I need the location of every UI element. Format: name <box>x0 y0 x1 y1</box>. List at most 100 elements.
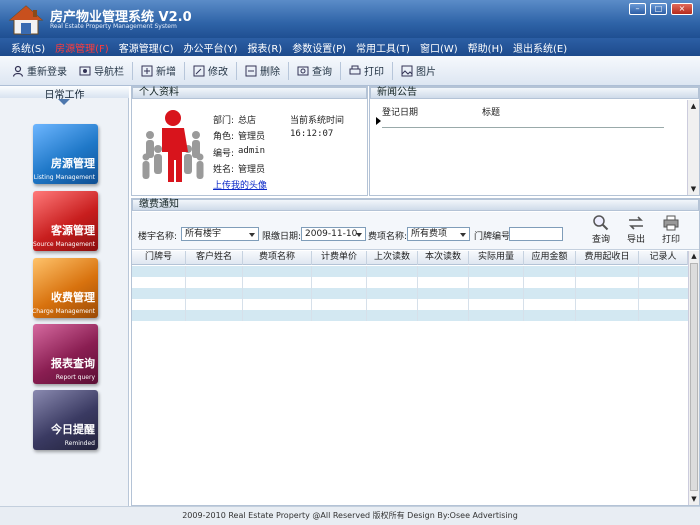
news-row-divider <box>382 127 664 128</box>
name-label: 姓名: <box>213 165 235 175</box>
filter-bar: 楼宇名称: 所有楼宇 限缴日期: 2009-11-10 费项名称: 所有费项 门… <box>132 212 699 250</box>
menu-settings[interactable]: 参数设置(P) <box>287 40 351 55</box>
maximize-button[interactable]: □ <box>650 3 667 15</box>
menu-report[interactable]: 报表(R) <box>242 40 287 55</box>
profile-header: 个人资料 <box>132 87 367 99</box>
id-value: admin <box>238 146 266 156</box>
toolbar-divider <box>236 61 237 80</box>
news-header: 新闻公告 <box>370 87 699 99</box>
tile-title: 房源管理 <box>51 157 95 170</box>
menu-client[interactable]: 客源管理(C) <box>114 40 179 55</box>
delete-button[interactable]: 删除 <box>239 63 286 78</box>
menu-exit[interactable]: 退出系统(E) <box>508 40 572 55</box>
item-select-value: 所有费项 <box>411 229 448 239</box>
magnifier-icon <box>593 215 609 231</box>
fee-export-label: 导出 <box>626 235 645 245</box>
avatar-icon <box>142 110 204 182</box>
dropdown-arrow-icon <box>249 233 255 237</box>
table-row[interactable] <box>132 299 688 310</box>
title-bar: 房产物业管理系统 V2.0 Real Estate Property Manag… <box>0 0 700 38</box>
print-button[interactable]: 打印 <box>343 63 390 78</box>
col-actual-usage[interactable]: 实际用量 <box>469 251 524 265</box>
col-last-reading[interactable]: 上次读数 <box>367 251 418 265</box>
house-logo-icon <box>8 5 44 35</box>
menu-office[interactable]: 办公平台(Y) <box>179 40 243 55</box>
table-row[interactable] <box>132 266 688 277</box>
table-row[interactable] <box>132 310 688 321</box>
dropdown-arrow-icon <box>356 233 362 237</box>
col-start-date[interactable]: 费用起收日 <box>576 251 639 265</box>
news-col-date: 登记日期 <box>382 108 419 118</box>
print-label: 打印 <box>364 67 384 78</box>
app-subtitle: Real Estate Property Management System <box>50 23 177 30</box>
edit-button[interactable]: 修改 <box>187 63 234 78</box>
col-current-reading[interactable]: 本次读数 <box>418 251 469 265</box>
export-arrows-icon <box>629 216 643 230</box>
name-value: 管理员 <box>238 165 266 175</box>
menu-listing[interactable]: 房源管理(F) <box>50 40 114 55</box>
fee-notice-header: 缴费通知 <box>132 199 699 211</box>
close-button[interactable]: × <box>671 3 693 15</box>
menu-system[interactable]: 系统(S) <box>6 40 50 55</box>
printer-icon <box>663 215 679 231</box>
nav-icon <box>79 66 91 75</box>
fee-export-button[interactable]: 导出 <box>622 215 650 245</box>
col-fee-item[interactable]: 费项名称 <box>243 251 312 265</box>
tile-charge-management[interactable]: 收费管理 Charge Management <box>32 258 98 318</box>
fee-print-button[interactable]: 打印 <box>657 215 685 245</box>
item-label: 费项名称: <box>368 232 408 242</box>
system-time-label: 当前系统时间 <box>290 116 345 126</box>
add-label: 新增 <box>156 67 176 78</box>
tile-listing-management[interactable]: 房源管理 Listing Management <box>33 124 98 184</box>
toolbar-divider <box>288 61 289 80</box>
scroll-up-icon[interactable]: ▲ <box>688 100 699 112</box>
deadline-label: 限缴日期: <box>262 232 302 242</box>
scroll-up-icon[interactable]: ▲ <box>689 251 699 262</box>
grid-line <box>417 266 418 321</box>
scroll-down-icon[interactable]: ▼ <box>689 494 699 505</box>
query-button[interactable]: 查询 <box>291 63 338 78</box>
grid-line <box>242 266 243 321</box>
item-select[interactable]: 所有费项 <box>407 227 470 241</box>
system-time-value: 16:12:07 <box>290 129 334 139</box>
profile-panel: 个人资料 部门: 总店 角色: 管理员 编号: admin 姓名: 管理员 上传… <box>131 86 368 196</box>
grid-line <box>468 266 469 321</box>
tile-title: 收费管理 <box>51 291 95 304</box>
add-button[interactable]: 新增 <box>135 63 182 78</box>
deadline-date-picker[interactable]: 2009-11-10 <box>301 227 366 241</box>
col-door-number[interactable]: 门牌号 <box>132 251 186 265</box>
tile-title: 客源管理 <box>51 224 95 237</box>
scroll-down-icon[interactable]: ▼ <box>688 183 699 195</box>
menu-window[interactable]: 窗口(W) <box>415 40 463 55</box>
relogin-button[interactable]: 重新登录 <box>6 63 73 78</box>
minimize-button[interactable]: – <box>629 3 646 15</box>
scroll-thumb[interactable] <box>690 263 698 491</box>
tile-source-management[interactable]: 客源管理 Source Management <box>33 191 98 251</box>
fee-query-button[interactable]: 查询 <box>587 215 615 245</box>
menu-bar: 系统(S) 房源管理(F) 客源管理(C) 办公平台(Y) 报表(R) 参数设置… <box>0 38 700 56</box>
col-unit-price[interactable]: 计费单价 <box>312 251 367 265</box>
image-button[interactable]: 图片 <box>395 63 442 78</box>
toolbar-divider <box>392 61 393 80</box>
building-select[interactable]: 所有楼宇 <box>181 227 259 241</box>
table-row[interactable] <box>132 277 688 288</box>
table-row[interactable] <box>132 288 688 299</box>
tile-subtitle: Source Management <box>32 241 95 248</box>
edit-icon <box>193 65 205 76</box>
col-recorder[interactable]: 记录人 <box>639 251 688 265</box>
upload-avatar-link[interactable]: 上传我的头像 <box>213 178 267 191</box>
tile-report-query[interactable]: 报表查询 Report query <box>33 324 98 384</box>
menu-help[interactable]: 帮助(H) <box>463 40 508 55</box>
navbar-button[interactable]: 导航栏 <box>73 63 130 78</box>
fee-grid-body <box>132 266 688 505</box>
menu-tools[interactable]: 常用工具(T) <box>351 40 415 55</box>
news-scrollbar[interactable]: ▲ ▼ <box>687 100 699 195</box>
fee-grid-scrollbar[interactable]: ▲ ▼ <box>688 251 699 505</box>
delete-label: 删除 <box>260 67 280 78</box>
door-number-input[interactable] <box>509 227 563 241</box>
col-client-name[interactable]: 客户姓名 <box>186 251 243 265</box>
user-icon <box>12 65 24 77</box>
col-amount[interactable]: 应用金额 <box>524 251 576 265</box>
tile-reminded[interactable]: 今日提醒 Reminded <box>33 390 98 450</box>
grid-line <box>638 266 639 321</box>
